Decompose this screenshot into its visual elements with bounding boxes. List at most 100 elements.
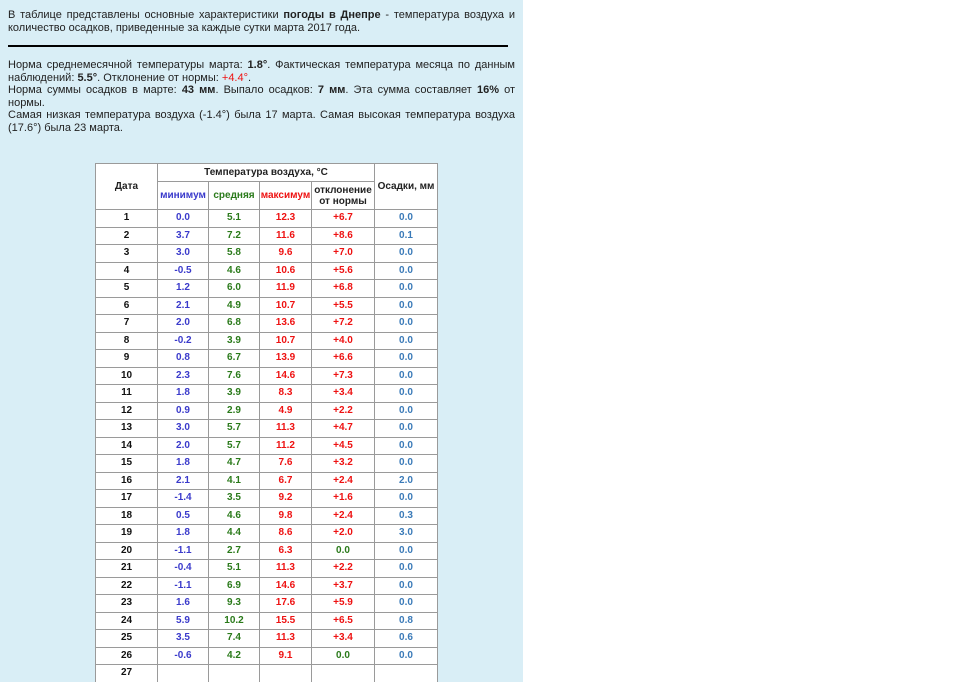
- cell-avg: 5.7: [208, 436, 260, 455]
- table-row: 2 3.7 7.2 11.6 +8.6 0.1: [95, 226, 438, 245]
- intro-text: В таблице представлены основные характер…: [8, 9, 284, 21]
- header-deviation: отклонение от нормы: [311, 181, 375, 210]
- cell-max: 15.5: [259, 611, 312, 630]
- cell-min: 3.0: [157, 419, 209, 438]
- cell-max: 9.6: [259, 244, 312, 263]
- cell-precip: 0.0: [374, 541, 438, 560]
- cell-precip: 0.0: [374, 454, 438, 473]
- deviation-end: .: [248, 71, 252, 84]
- precip-summary: Норма суммы осадков в марте: 43 мм. Выпа…: [8, 84, 515, 109]
- cell-deviation: 0.0: [311, 646, 375, 665]
- cell-date: 27: [95, 664, 158, 682]
- cell-max: 11.3: [259, 559, 312, 578]
- temp-actual-value: 5.5°: [77, 71, 98, 84]
- table-row: 24 5.9 10.2 15.5 +6.5 0.8: [95, 611, 438, 630]
- cell-max: 9.8: [259, 506, 312, 525]
- cell-precip: 0.0: [374, 261, 438, 280]
- weather-table: Дата Температура воздуха, °С Осадки, мм …: [95, 163, 438, 682]
- cell-min: 2.1: [157, 296, 209, 315]
- content-panel: В таблице представлены основные характер…: [0, 0, 523, 682]
- cell-avg: 4.2: [208, 646, 260, 665]
- cell-avg: 2.9: [208, 401, 260, 420]
- cell-date: 14: [95, 436, 158, 455]
- table-row: 3 3.0 5.8 9.6 +7.0 0.0: [95, 244, 438, 263]
- cell-deviation: +6.8: [311, 279, 375, 298]
- cell-min: -1.1: [157, 541, 209, 560]
- cell-avg: 5.1: [208, 559, 260, 578]
- cell-min: -0.6: [157, 646, 209, 665]
- cell-avg: 3.5: [208, 489, 260, 508]
- cell-max: 10.7: [259, 331, 312, 350]
- cell-deviation: [311, 664, 375, 682]
- cell-avg: 6.0: [208, 279, 260, 298]
- cell-max: 6.3: [259, 541, 312, 560]
- cell-precip: 0.0: [374, 489, 438, 508]
- cell-max: 10.6: [259, 261, 312, 280]
- cell-min: 0.0: [157, 209, 209, 228]
- cell-precip: 0.0: [374, 646, 438, 665]
- cell-max: 4.9: [259, 401, 312, 420]
- cell-min: 1.6: [157, 594, 209, 613]
- cell-date: 1: [95, 209, 158, 228]
- table-row: 16 2.1 4.1 6.7 +2.4 2.0: [95, 471, 438, 490]
- cell-date: 6: [95, 296, 158, 315]
- table-body: 1 0.0 5.1 12.3 +6.7 0.0 2 3.7 7.2 11.6 +8.6 0.1 3 3.0…: [95, 209, 438, 682]
- precip-norm-label: Норма суммы осадков в марте:: [8, 84, 182, 96]
- cell-date: 23: [95, 594, 158, 613]
- cell-deviation: +2.2: [311, 401, 375, 420]
- deviation-value: +4.4°: [221, 71, 249, 84]
- cell-max: 14.6: [259, 366, 312, 385]
- header-min: минимум: [157, 181, 209, 210]
- cell-min: 0.8: [157, 349, 209, 368]
- cell-max: 12.3: [259, 209, 312, 228]
- cell-max: 11.6: [259, 226, 312, 245]
- cell-precip: 0.0: [374, 366, 438, 385]
- cell-precip: 0.0: [374, 384, 438, 403]
- cell-avg: 5.8: [208, 244, 260, 263]
- cell-min: 3.5: [157, 629, 209, 648]
- temp-norm-label: Норма среднемесячной температуры марта:: [8, 59, 248, 71]
- cell-max: 11.2: [259, 436, 312, 455]
- cell-date: 18: [95, 506, 158, 525]
- cell-precip: 0.8: [374, 611, 438, 630]
- cell-max: 9.1: [259, 646, 312, 665]
- cell-min: 0.5: [157, 506, 209, 525]
- cell-date: 19: [95, 524, 158, 543]
- cell-date: 25: [95, 629, 158, 648]
- cell-deviation: +5.6: [311, 261, 375, 280]
- cell-max: 7.6: [259, 454, 312, 473]
- precip-pct-label: . Эта сумма составляет: [345, 84, 477, 96]
- cell-min: 1.8: [157, 384, 209, 403]
- intro-bold-text: погоды в Днепре: [283, 9, 381, 21]
- cell-avg: 6.7: [208, 349, 260, 368]
- table-row: 14 2.0 5.7 11.2 +4.5 0.0: [95, 436, 438, 455]
- table-row: 27: [95, 664, 438, 682]
- cell-deviation: +5.9: [311, 594, 375, 613]
- cell-min: -0.2: [157, 331, 209, 350]
- cell-date: 12: [95, 401, 158, 420]
- cell-deviation: +6.6: [311, 349, 375, 368]
- cell-precip: 0.6: [374, 629, 438, 648]
- cell-date: 20: [95, 541, 158, 560]
- cell-avg: 7.2: [208, 226, 260, 245]
- cell-deviation: +3.4: [311, 384, 375, 403]
- cell-date: 15: [95, 454, 158, 473]
- cell-date: 5: [95, 279, 158, 298]
- cell-avg: 5.1: [208, 209, 260, 228]
- header-date: Дата: [95, 163, 158, 210]
- cell-precip: [374, 664, 438, 682]
- table-row: 13 3.0 5.7 11.3 +4.7 0.0: [95, 419, 438, 438]
- cell-deviation: 0.0: [311, 541, 375, 560]
- table-row: 10 2.3 7.6 14.6 +7.3 0.0: [95, 366, 438, 385]
- cell-precip: 0.0: [374, 576, 438, 595]
- cell-date: 16: [95, 471, 158, 490]
- precip-pct-value: 16%: [476, 84, 499, 96]
- table-row: 12 0.9 2.9 4.9 +2.2 0.0: [95, 401, 438, 420]
- cell-precip: 0.0: [374, 559, 438, 578]
- cell-avg: 9.3: [208, 594, 260, 613]
- cell-avg: 4.7: [208, 454, 260, 473]
- cell-precip: 0.0: [374, 279, 438, 298]
- cell-min: [157, 664, 209, 682]
- cell-precip: 0.0: [374, 314, 438, 333]
- cell-precip: 3.0: [374, 524, 438, 543]
